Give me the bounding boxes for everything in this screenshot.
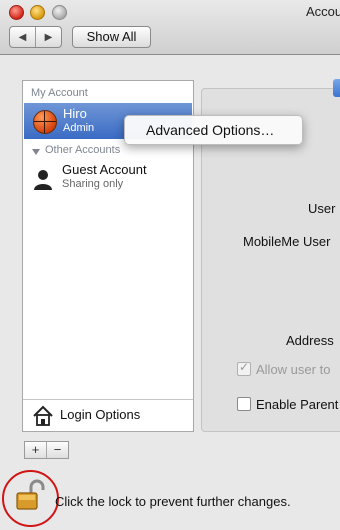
basketball-avatar-icon — [33, 110, 57, 134]
unlocked-padlock-icon[interactable] — [13, 478, 47, 512]
allow-user-label: Allow user to — [256, 362, 331, 377]
account-role: Admin — [63, 122, 95, 134]
other-accounts-header: Other Accounts — [45, 144, 121, 156]
enable-parental-label: Enable Parent — [256, 397, 339, 412]
address-label: Address — [286, 333, 334, 348]
mobileme-label: MobileMe User — [243, 234, 331, 249]
close-window-button[interactable] — [9, 5, 24, 20]
login-options-row[interactable]: Login Options — [23, 399, 193, 432]
add-account-button[interactable]: + — [25, 442, 46, 458]
window-title: Accou — [306, 4, 340, 19]
back-forward-control: ◀ ▶ — [9, 26, 62, 48]
user-label: User — [308, 201, 336, 216]
enable-parental-checkbox[interactable] — [237, 397, 251, 411]
allow-user-checkbox[interactable] — [237, 360, 251, 376]
account-name: Guest Account — [62, 162, 147, 177]
minimize-window-button[interactable] — [30, 5, 45, 20]
login-options-label: Login Options — [60, 407, 141, 422]
zoom-window-button[interactable] — [52, 5, 67, 20]
add-remove-control: + − — [24, 441, 69, 459]
disclosure-triangle-icon[interactable] — [32, 149, 40, 155]
back-button[interactable]: ◀ — [10, 27, 35, 47]
forward-button[interactable]: ▶ — [35, 27, 61, 47]
remove-account-button[interactable]: − — [46, 442, 68, 458]
account-name: Hiro — [63, 106, 87, 121]
my-account-header: My Account — [31, 87, 88, 99]
advanced-options-menu-item[interactable]: Advanced Options… — [146, 122, 274, 138]
tab-segment[interactable] — [333, 79, 340, 97]
show-all-button[interactable]: Show All — [72, 26, 151, 48]
house-icon — [33, 405, 53, 426]
lock-status-text: Click the lock to prevent further change… — [55, 494, 291, 509]
context-menu: Advanced Options… — [124, 115, 303, 145]
account-role: Sharing only — [62, 178, 124, 190]
window-toolbar: Accou ◀ ▶ Show All — [0, 0, 340, 55]
person-silhouette-icon — [34, 170, 52, 190]
